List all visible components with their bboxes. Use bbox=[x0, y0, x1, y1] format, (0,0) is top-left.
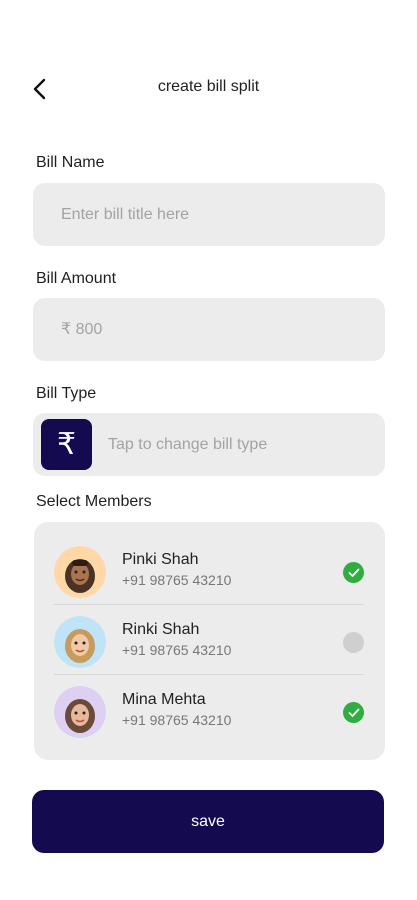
rupee-icon[interactable]: ₹ bbox=[41, 419, 92, 470]
member-item[interactable]: Rinki Shah +91 98765 43210 bbox=[54, 606, 364, 676]
bill-name-label: Bill Name bbox=[36, 154, 105, 171]
member-checkbox[interactable] bbox=[343, 702, 364, 723]
member-item[interactable]: Mina Mehta +91 98765 43210 bbox=[54, 676, 364, 746]
app-header: create bill split bbox=[0, 66, 417, 110]
check-icon bbox=[348, 708, 359, 717]
bill-type-label: Bill Type bbox=[36, 385, 97, 402]
bill-amount-label: Bill Amount bbox=[36, 270, 117, 287]
bill-name-field[interactable] bbox=[33, 183, 385, 246]
members-list: Pinki Shah +91 98765 43210 Rinki Shah +9… bbox=[34, 522, 385, 760]
bill-amount-input[interactable] bbox=[61, 320, 385, 339]
member-name: Mina Mehta bbox=[122, 691, 206, 708]
save-button[interactable]: save bbox=[32, 790, 384, 853]
divider bbox=[54, 604, 364, 605]
avatar bbox=[54, 546, 106, 598]
member-checkbox[interactable] bbox=[343, 562, 364, 583]
check-icon bbox=[348, 568, 359, 577]
avatar bbox=[54, 686, 106, 738]
member-phone: +91 98765 43210 bbox=[122, 642, 232, 658]
member-phone: +91 98765 43210 bbox=[122, 712, 232, 728]
avatar bbox=[54, 616, 106, 668]
member-name: Pinki Shah bbox=[122, 551, 199, 568]
bill-amount-field[interactable] bbox=[33, 298, 385, 361]
select-members-label: Select Members bbox=[36, 493, 152, 510]
divider bbox=[54, 674, 364, 675]
bill-name-input[interactable] bbox=[61, 205, 385, 224]
bill-type-selector[interactable]: ₹ Tap to change bill type bbox=[33, 413, 385, 476]
member-item[interactable]: Pinki Shah +91 98765 43210 bbox=[54, 536, 364, 606]
bill-type-placeholder: Tap to change bill type bbox=[108, 435, 268, 453]
member-checkbox[interactable] bbox=[343, 632, 364, 653]
page-title: create bill split bbox=[157, 78, 260, 95]
member-phone: +91 98765 43210 bbox=[122, 572, 232, 588]
member-name: Rinki Shah bbox=[122, 621, 200, 638]
